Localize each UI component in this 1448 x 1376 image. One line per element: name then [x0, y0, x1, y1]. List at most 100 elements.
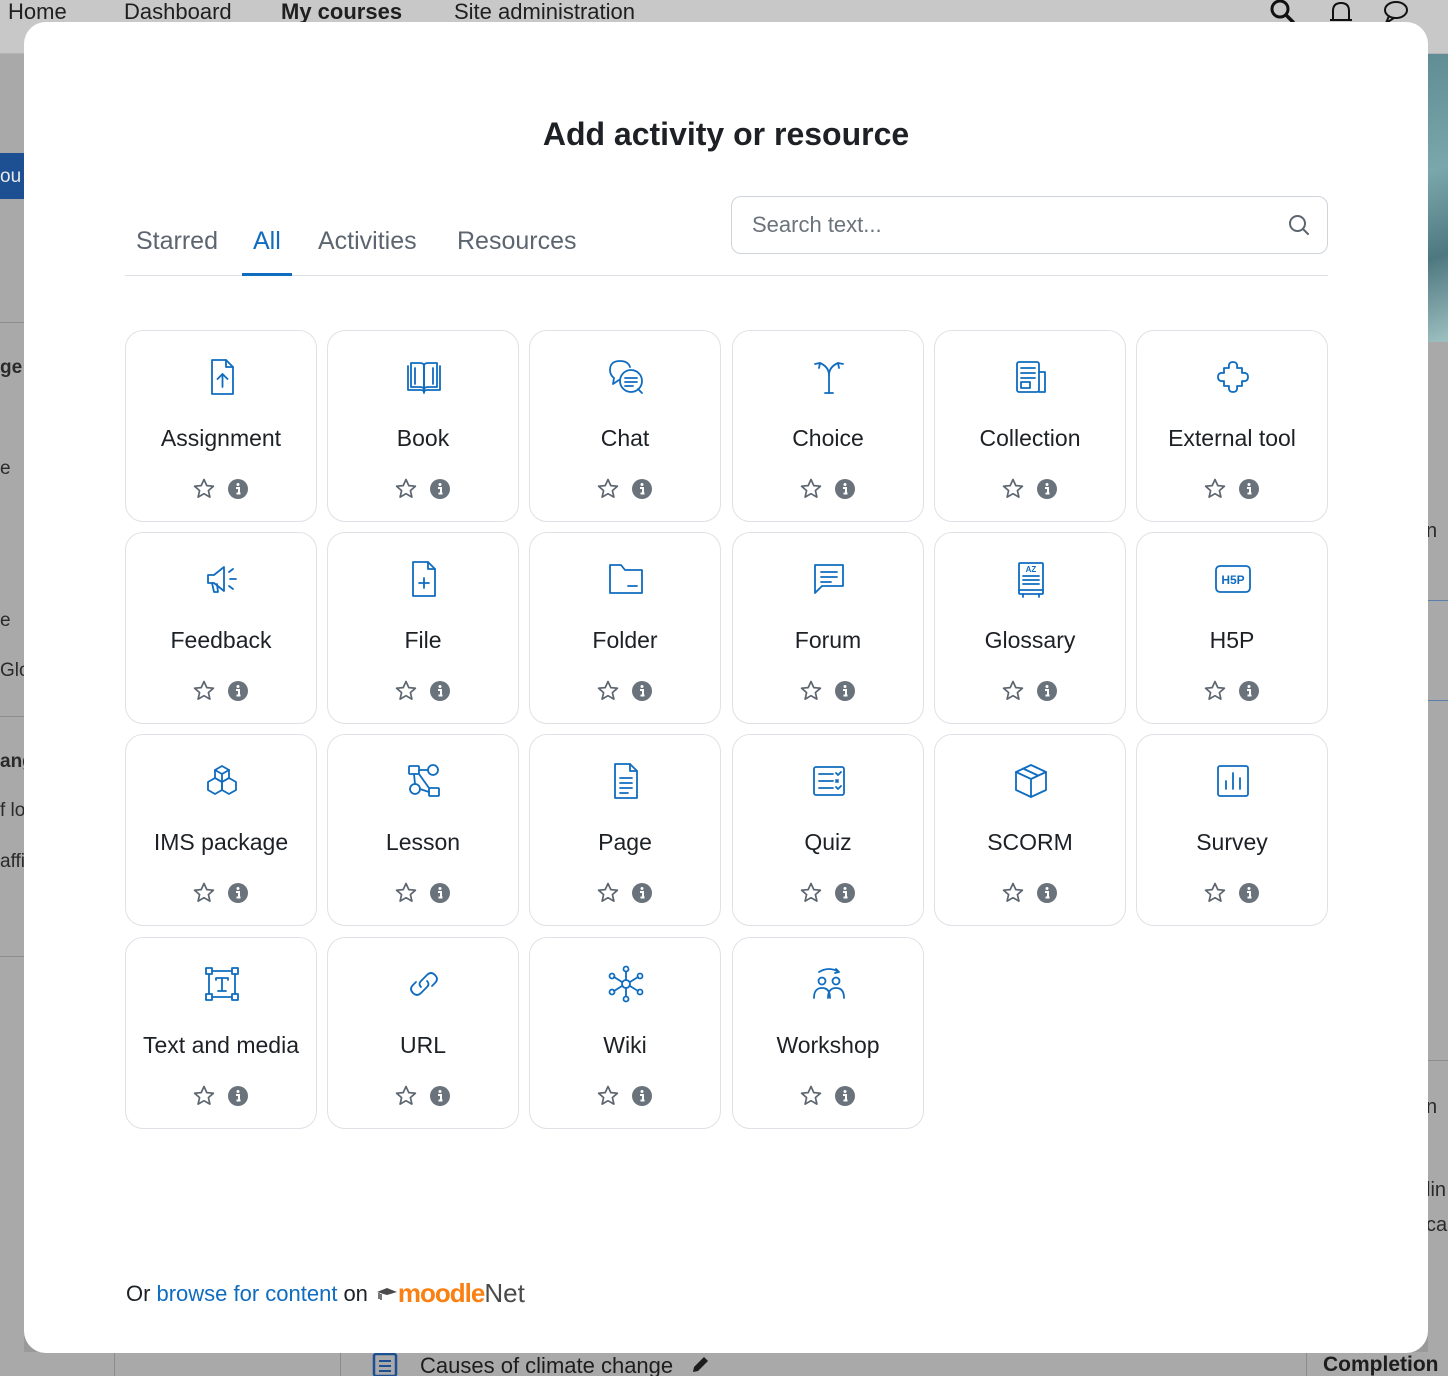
info-icon[interactable] — [227, 478, 249, 500]
star-icon[interactable] — [596, 679, 620, 703]
info-icon[interactable] — [1238, 680, 1260, 702]
info-icon[interactable] — [1036, 478, 1058, 500]
star-icon[interactable] — [799, 881, 823, 905]
tab-all[interactable]: All — [242, 218, 292, 276]
activity-label: Lesson — [385, 829, 461, 855]
info-icon[interactable] — [834, 882, 856, 904]
info-icon[interactable] — [631, 1085, 653, 1107]
collection-icon — [1016, 361, 1046, 393]
activity-card[interactable]: AZ Glossary — [934, 532, 1126, 724]
nav-my-courses[interactable]: My courses — [281, 0, 402, 24]
info-icon[interactable] — [429, 1085, 451, 1107]
activity-card[interactable]: Survey — [1136, 734, 1328, 926]
activity-card[interactable]: Lesson — [327, 734, 519, 926]
link-icon — [410, 972, 438, 996]
background-divider — [1428, 1060, 1448, 1061]
activity-card[interactable]: File — [327, 532, 519, 724]
info-icon[interactable] — [631, 478, 653, 500]
star-icon[interactable] — [799, 477, 823, 501]
info-icon[interactable] — [834, 1085, 856, 1107]
star-icon[interactable] — [596, 881, 620, 905]
info-icon[interactable] — [227, 1085, 249, 1107]
activity-card[interactable]: Page — [529, 734, 721, 926]
activity-card[interactable]: H5P H5P — [1136, 532, 1328, 724]
wiki-icon — [608, 965, 644, 1003]
info-icon[interactable] — [429, 478, 451, 500]
activity-card[interactable]: Quiz — [732, 734, 924, 926]
info-icon[interactable] — [631, 680, 653, 702]
tab-activities[interactable]: Activities — [307, 218, 428, 276]
moodlenet-logo[interactable]: moodle Net — [376, 1278, 525, 1309]
activity-card[interactable]: Feedback — [125, 532, 317, 724]
star-icon[interactable] — [192, 477, 216, 501]
moodlenet-footer: Or browse for content on moodle Net — [126, 1278, 525, 1309]
nav-dashboard[interactable]: Dashboard — [124, 0, 232, 24]
svg-text:AZ: AZ — [1026, 565, 1037, 574]
info-icon[interactable] — [1238, 882, 1260, 904]
activity-card[interactable]: Text and media — [125, 937, 317, 1129]
activity-card[interactable]: Collection — [934, 330, 1126, 522]
activity-grid: Assignment Book Chat Choice Collection Extern… — [125, 330, 1328, 1130]
star-icon[interactable] — [394, 881, 418, 905]
info-icon[interactable] — [1036, 882, 1058, 904]
star-icon[interactable] — [192, 679, 216, 703]
activity-card[interactable]: External tool — [1136, 330, 1328, 522]
activity-card[interactable]: Chat — [529, 330, 721, 522]
activity-card[interactable]: URL — [327, 937, 519, 1129]
background-activity-title[interactable]: Causes of climate change — [420, 1353, 673, 1376]
star-icon[interactable] — [394, 477, 418, 501]
activity-label: Chat — [600, 425, 650, 451]
nav-home[interactable]: Home — [8, 0, 67, 24]
browse-content-link[interactable]: browse for content — [156, 1281, 337, 1307]
activity-card[interactable]: Forum — [732, 532, 924, 724]
info-icon[interactable] — [1238, 478, 1260, 500]
activity-card[interactable]: SCORM — [934, 734, 1126, 926]
star-icon[interactable] — [799, 679, 823, 703]
star-icon[interactable] — [1203, 679, 1227, 703]
star-icon[interactable] — [192, 1084, 216, 1108]
pencil-icon[interactable] — [690, 1354, 712, 1374]
quiz-icon — [813, 766, 845, 796]
activity-card[interactable]: Assignment — [125, 330, 317, 522]
info-icon[interactable] — [631, 882, 653, 904]
activity-card[interactable]: Book — [327, 330, 519, 522]
star-icon[interactable] — [596, 477, 620, 501]
tab-resources[interactable]: Resources — [446, 218, 588, 276]
activity-label: Survey — [1196, 829, 1268, 855]
activity-card[interactable]: Choice — [732, 330, 924, 522]
info-icon[interactable] — [834, 680, 856, 702]
star-icon[interactable] — [1203, 477, 1227, 501]
star-icon[interactable] — [1001, 881, 1025, 905]
background-left-text: f lo — [0, 800, 24, 821]
info-icon[interactable] — [227, 882, 249, 904]
activity-card[interactable]: Folder — [529, 532, 721, 724]
star-icon[interactable] — [799, 1084, 823, 1108]
background-course-image — [1428, 54, 1448, 342]
star-icon[interactable] — [1001, 679, 1025, 703]
star-icon[interactable] — [596, 1084, 620, 1108]
info-icon[interactable] — [429, 680, 451, 702]
background-divider — [0, 716, 24, 717]
star-icon[interactable] — [1203, 881, 1227, 905]
activity-label: Assignment — [160, 425, 282, 451]
activity-card[interactable]: Wiki — [529, 937, 721, 1129]
activity-label: File — [404, 627, 442, 653]
activity-card[interactable]: Workshop — [732, 937, 924, 1129]
star-icon[interactable] — [394, 679, 418, 703]
star-icon[interactable] — [394, 1084, 418, 1108]
activity-label: IMS package — [153, 829, 289, 855]
search-input[interactable] — [752, 207, 1272, 243]
search-icon[interactable] — [1287, 213, 1311, 237]
background-right-text: lin — [1426, 1179, 1447, 1201]
nav-site-administration[interactable]: Site administration — [454, 0, 635, 24]
info-icon[interactable] — [1036, 680, 1058, 702]
page-icon — [372, 1352, 398, 1376]
activity-card[interactable]: IMS package — [125, 734, 317, 926]
info-icon[interactable] — [834, 478, 856, 500]
info-icon[interactable] — [429, 882, 451, 904]
background-right-text: n — [1426, 520, 1438, 542]
star-icon[interactable] — [1001, 477, 1025, 501]
tab-starred[interactable]: Starred — [125, 218, 229, 276]
info-icon[interactable] — [227, 680, 249, 702]
star-icon[interactable] — [192, 881, 216, 905]
